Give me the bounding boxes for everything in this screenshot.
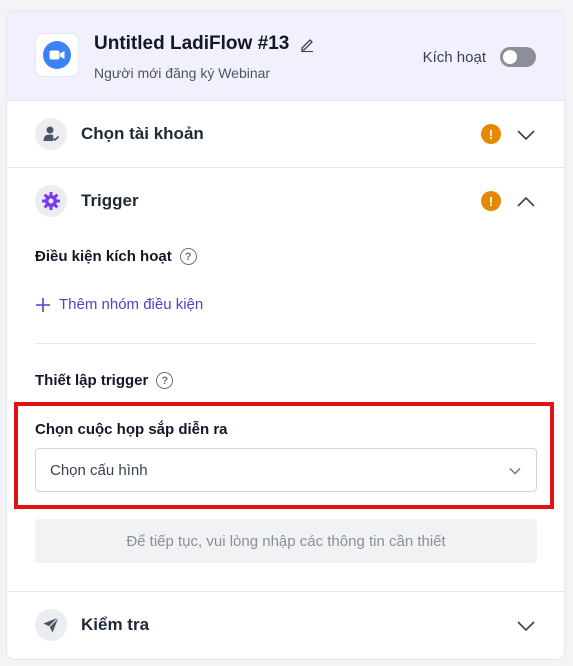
section-account-warning-icon: ! [481, 124, 501, 144]
section-trigger-header[interactable]: Trigger ! [7, 168, 564, 234]
flow-header: Untitled LadiFlow #13 Người mới đăng ký … [7, 11, 564, 101]
help-icon[interactable]: ? [156, 372, 174, 389]
send-icon [43, 617, 59, 633]
activate-label: Kích hoạt [422, 48, 486, 66]
setup-label: Thiết lập trigger ? [35, 372, 174, 389]
section-account-icon [35, 118, 67, 150]
plus-icon [36, 297, 50, 312]
flow-card: Untitled LadiFlow #13 Người mới đăng ký … [6, 10, 565, 660]
flow-title-text: Untitled LadiFlow #13 [94, 33, 290, 54]
conditions-label-text: Điều kiện kích hoạt [35, 248, 172, 265]
pencil-icon[interactable] [299, 36, 315, 52]
section-account-header[interactable]: Chọn tài khoản ! [7, 101, 564, 167]
chevron-down-icon[interactable] [516, 616, 536, 636]
add-condition-group-label: Thêm nhóm điều kiện [59, 296, 204, 313]
activate-toggle[interactable] [500, 47, 536, 67]
section-trigger-warning-icon: ! [481, 191, 501, 211]
section-test-title: Kiểm tra [81, 615, 150, 634]
app-icon [35, 33, 79, 77]
section-trigger-icon [35, 185, 67, 217]
continue-notice: Để tiếp tục, vui lòng nhập các thông tin… [35, 519, 537, 563]
activate-control: Kích hoạt [423, 47, 536, 67]
highlight-box [14, 402, 554, 509]
flow-subtitle: Người mới đăng ký Webinar [94, 65, 271, 81]
video-camera-icon [43, 41, 71, 69]
section-account-title: Chọn tài khoản [81, 124, 204, 143]
trigger-divider [35, 343, 536, 344]
user-check-icon [43, 126, 60, 142]
help-icon[interactable]: ? [179, 248, 197, 265]
chevron-up-icon[interactable] [516, 192, 536, 212]
add-condition-group-button[interactable]: Thêm nhóm điều kiện [35, 296, 203, 313]
section-test-header[interactable]: Kiểm tra [7, 592, 564, 658]
chevron-down-icon[interactable] [516, 125, 536, 145]
conditions-label: Điều kiện kích hoạt ? [35, 248, 197, 265]
section-test-icon [35, 609, 67, 641]
flow-title: Untitled LadiFlow #13 [94, 33, 315, 55]
section-trigger-title: Trigger [81, 191, 139, 210]
setup-label-text: Thiết lập trigger [35, 372, 149, 389]
gear-icon [42, 192, 60, 210]
